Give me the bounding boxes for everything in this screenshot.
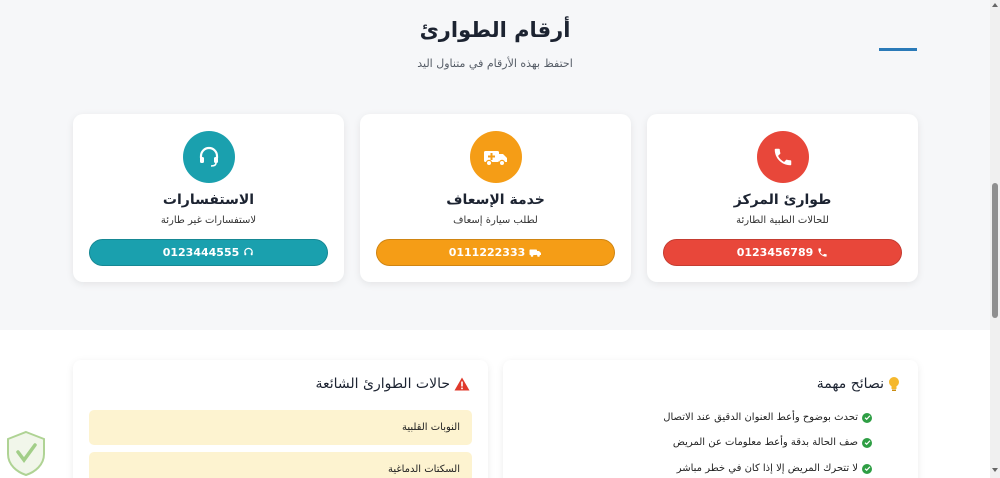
card-title: خدمة الإسعاف [446, 192, 545, 208]
ambulance-small-icon [529, 249, 542, 257]
call-ambulance-button[interactable]: 0111222333 [376, 239, 615, 266]
card-title: الاستفسارات [162, 192, 255, 208]
card-description: لاستفسارات غير طارئة [160, 215, 257, 226]
page-subtitle: احتفظ بهذه الأرقام في متناول اليد [417, 57, 573, 70]
page-title: أرقام الطوارئ [419, 18, 571, 42]
tip-item: لا تتحرك المريض إلا إذا كان في خطر مباشر [677, 463, 872, 474]
card-ambulance: خدمة الإسعاف لطلب سيارة إسعاف 0111222333 [360, 114, 631, 282]
scroll-down-icon[interactable] [991, 466, 999, 474]
card-center-emergency: طوارئ المركز للحالات الطبية الطارئة 0123… [647, 114, 918, 282]
phone-number: 0111222333 [448, 246, 526, 259]
emergency-numbers-section: أرقام الطوارئ احتفظ بهذه الأرقام في متنا… [0, 0, 990, 330]
headset-icon [182, 131, 235, 183]
tips-panel-title: نصائح مهمة [817, 376, 900, 392]
tip-item: صف الحالة بدقة وأعط معلومات عن المريض [673, 437, 872, 448]
site-logo [4, 430, 48, 477]
card-inquiries: الاستفسارات لاستفسارات غير طارئة 0123444… [73, 114, 344, 282]
scrollbar-thumb[interactable] [992, 183, 998, 318]
scroll-up-icon[interactable] [991, 1, 999, 9]
card-description: لطلب سيارة إسعاف [453, 215, 538, 226]
title-accent-line [879, 48, 917, 51]
tips-panel: نصائح مهمة تحدث بوضوح وأعط العنوان الدقي… [503, 360, 918, 478]
emergency-item-heart-attacks[interactable]: النوبات القلبية [89, 410, 472, 445]
check-icon [862, 463, 872, 474]
vertical-scrollbar[interactable] [990, 0, 1000, 478]
phone-number: 0123444555 [162, 246, 240, 259]
headset-small-icon [244, 247, 254, 256]
call-center-emergency-button[interactable]: 0123456789 [663, 239, 902, 266]
phone-small-icon [818, 248, 827, 257]
lightbulb-icon [889, 377, 899, 391]
card-title: طوارئ المركز [733, 192, 832, 208]
call-inquiries-button[interactable]: 0123444555 [89, 239, 328, 266]
tip-item: تحدث بوضوح وأعط العنوان الدقيق عند الاتص… [663, 412, 872, 423]
check-icon [862, 412, 872, 423]
phone-icon [756, 131, 809, 183]
emergency-item-strokes[interactable]: السكتات الدماغية [89, 452, 472, 478]
common-emergencies-title: حالات الطوارئ الشائعة [315, 376, 470, 392]
ambulance-icon [469, 131, 522, 183]
warning-icon [454, 377, 470, 391]
check-icon [862, 437, 872, 448]
common-emergencies-panel: حالات الطوارئ الشائعة النوبات القلبية ال… [73, 360, 488, 478]
card-description: للحالات الطبية الطارئة [736, 215, 829, 226]
phone-number: 0123456789 [736, 246, 814, 259]
